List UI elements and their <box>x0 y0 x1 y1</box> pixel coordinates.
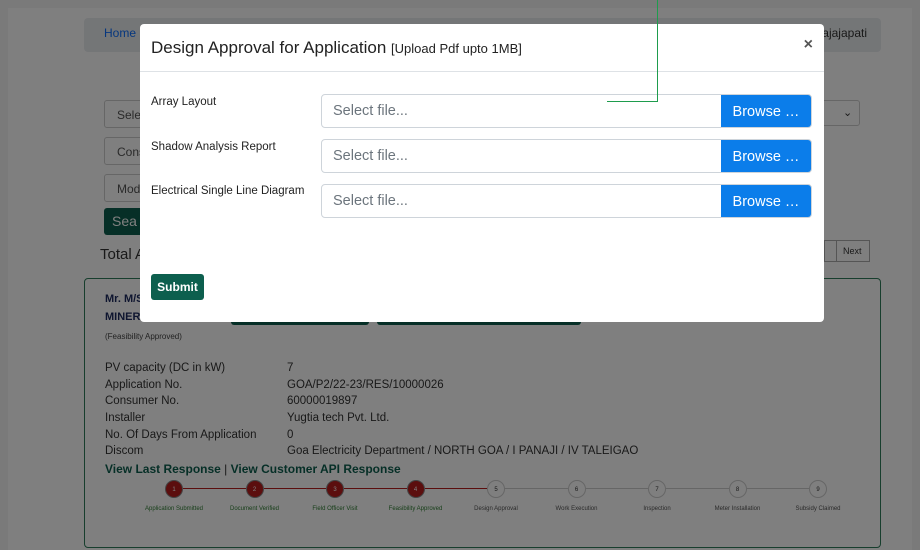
single-line-diagram-label: Electrical Single Line Diagram <box>151 185 305 197</box>
single-line-diagram-file-input[interactable]: Select file... Browse … <box>321 184 812 218</box>
close-icon[interactable]: × <box>804 36 813 54</box>
design-approval-modal: Design Approval for Application [Upload … <box>140 24 824 322</box>
browse-button[interactable]: Browse … <box>721 95 811 127</box>
array-layout-file-input[interactable]: Select file... Browse … <box>321 94 812 128</box>
file-placeholder: Select file... <box>333 193 408 209</box>
file-placeholder: Select file... <box>333 103 408 119</box>
modal-title: Design Approval for Application [Upload … <box>151 38 522 58</box>
annotation-pointer-line <box>657 0 658 101</box>
modal-header: Design Approval for Application [Upload … <box>140 24 824 72</box>
modal-subtitle: [Upload Pdf upto 1MB] <box>391 41 522 56</box>
browse-button[interactable]: Browse … <box>721 140 811 172</box>
file-placeholder: Select file... <box>333 148 408 164</box>
modal-title-text: Design Approval for Application <box>151 38 387 57</box>
shadow-analysis-file-input[interactable]: Select file... Browse … <box>321 139 812 173</box>
shadow-analysis-label: Shadow Analysis Report <box>151 141 276 153</box>
submit-button[interactable]: Submit <box>151 274 204 300</box>
annotation-pointer-line-horizontal <box>607 101 658 102</box>
browse-button[interactable]: Browse … <box>721 185 811 217</box>
array-layout-label: Array Layout <box>151 96 217 108</box>
